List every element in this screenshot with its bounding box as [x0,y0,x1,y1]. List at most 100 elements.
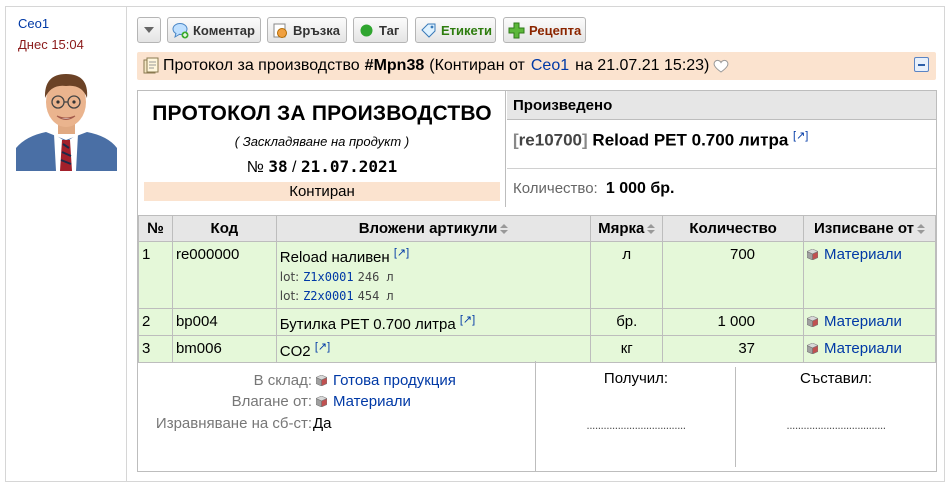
row-quantity: 1 000 [662,308,805,336]
composed-dots: ................................... [786,418,886,432]
warehouse-icon [316,396,327,407]
protocol-date: 21.07.2021 [300,157,398,176]
produced-quantity: Количество: 1 000 бр. [513,180,675,198]
row-unit: кг [590,335,664,363]
produced-qty-value: 1 000 бр. [605,180,675,197]
row-item: Бутилка PET 0.700 литра [↗] [275,308,592,336]
row-source: Материали [803,241,936,309]
tag-dot-icon [358,22,375,39]
lot-entry: lot: Z1x0001 246 л [279,270,394,284]
dropdown-toggle-button[interactable] [137,17,161,43]
col-header-items[interactable]: Вложени артикули [275,215,592,242]
row-number: 1 [138,241,173,309]
source-store-link[interactable]: Материали [824,313,902,330]
col-header-code: Код [171,215,277,242]
user-link[interactable]: Ceo1 [531,57,569,75]
source-store-link[interactable]: Материали [824,246,902,263]
row-quantity: 700 [662,241,805,309]
external-link-icon[interactable]: [↗] [460,314,475,326]
input-value: Материали [316,393,411,410]
lot-list: lot: Z1x0001 246 л lot: Z2x0001 454 л [280,268,587,306]
divider [507,168,936,169]
external-link-icon[interactable]: [↗] [793,130,808,142]
sort-icon[interactable] [647,224,656,235]
protocol-document: ПРОТОКОЛ ЗА ПРОИЗВОДСТВО ( Заскладяване … [137,90,937,472]
label-icon [420,22,437,39]
received-dots: ................................... [586,418,686,432]
contirated-by-label: (Контиран от [429,57,525,74]
row-item: Reload наливен [↗] lot: Z1x0001 246 л lot… [275,241,592,309]
recipe-button[interactable]: Рецепта [503,17,586,43]
produced-heading: Произведено [507,91,936,120]
document-title-bar: Протокол за производство #Mpn38 (Контира… [137,52,936,80]
store-link[interactable]: Готова продукция [333,372,456,389]
protocol-subtitle: ( Заскладяване на продукт ) [234,134,410,149]
row-item-name[interactable]: CO2 [280,343,311,360]
doc-type-label: Протокол за производство [163,57,360,74]
store-value: Готова продукция [316,372,456,389]
labels-button[interactable]: Етикети [415,17,496,43]
adjust-label: Изравняване на сб-ст: [155,415,312,432]
sort-icon[interactable] [916,224,925,235]
produced-qty-label: Количество: [513,180,598,197]
warehouse-icon [807,316,819,327]
row-quantity: 37 [662,335,805,363]
table-header-row: № Код Вложени артикули Мярка Количество … [138,215,936,242]
row-code: bm006 [171,335,277,363]
col-header-unit[interactable]: Мярка [590,215,664,242]
input-store-link[interactable]: Материали [333,393,411,410]
tag-button[interactable]: Таг [353,17,408,43]
sort-icon[interactable] [500,224,509,235]
composed-label: Съставил: [799,370,873,387]
row-item-name[interactable]: Бутилка PET 0.700 литра [280,316,456,333]
col-header-quantity: Количество [662,215,805,242]
avatar [16,64,117,171]
store-label: В склад: [253,372,312,389]
col-header-source[interactable]: Изписване от [803,215,936,242]
link-button[interactable]: Връзка [267,17,347,43]
warehouse-icon [807,249,819,260]
received-signature: Получил: ...............................… [537,361,735,471]
external-link-icon[interactable]: [↗] [394,247,409,259]
timestamp: Днес 15:04 [18,37,84,52]
adjust-value: Да [313,415,332,432]
table-row: 3 bm006 CO2 [↗] кг 37 Материали [138,335,936,363]
lot-entry: lot: Z2x0001 454 л [279,289,394,303]
footer-details: В склад: Готова продукция Влагане от: Ма… [138,361,536,471]
comment-button[interactable]: Коментар [167,17,261,43]
external-link-icon[interactable]: [↗] [315,341,330,353]
comment-button-label: Коментар [193,22,255,38]
row-number: 2 [138,308,173,336]
number-date-separator: / [292,159,297,176]
row-source: Материали [803,308,936,336]
protocol-number: 38 [268,157,288,176]
author-link[interactable]: Ceo1 [18,16,49,31]
collapse-button[interactable] [914,57,929,72]
lot-code-link[interactable]: Z1x0001 [303,270,354,284]
table-row: 1 re000000 Reload наливен [↗] lot: Z1x00… [138,241,936,309]
contirated-date: на 21.07.21 15:23) [575,57,710,74]
protocol-title: ПРОТОКОЛ ЗА ПРОИЗВОДСТВО [152,102,492,125]
number-sign: № [246,159,264,176]
heart-icon[interactable] [712,58,730,74]
warehouse-icon [316,375,327,386]
composed-signature: Съставил: ..............................… [736,361,936,471]
source-store-link[interactable]: Материали [824,340,902,357]
table-row: 2 bp004 Бутилка PET 0.700 литра [↗] бр. … [138,308,936,336]
lot-code-link[interactable]: Z2x0001 [303,289,354,303]
received-label: Получил: [603,370,669,387]
labels-button-label: Етикети [441,22,492,38]
tag-button-label: Таг [379,22,400,38]
document-container: Ceo1 Днес 15:04 Коментар Връзка Таг Етик… [5,6,945,482]
produced-name[interactable]: Reload PET 0.700 литра [592,131,788,150]
produced-product: [re10700] Reload PET 0.700 литра [↗] [513,130,809,150]
protocol-number-date: № 38 / 21.07.2021 [138,157,506,177]
status-badge: Контиран [144,182,500,201]
add-plus-icon [508,22,525,39]
row-item: CO2 [↗] [275,335,592,363]
row-item-name[interactable]: Reload наливен [280,249,390,266]
produced-panel: Произведено [re10700] Reload PET 0.700 л… [507,91,936,207]
link-icon [272,22,289,39]
input-label: Влагане от: [231,393,312,410]
produced-code[interactable]: re10700 [519,131,582,150]
